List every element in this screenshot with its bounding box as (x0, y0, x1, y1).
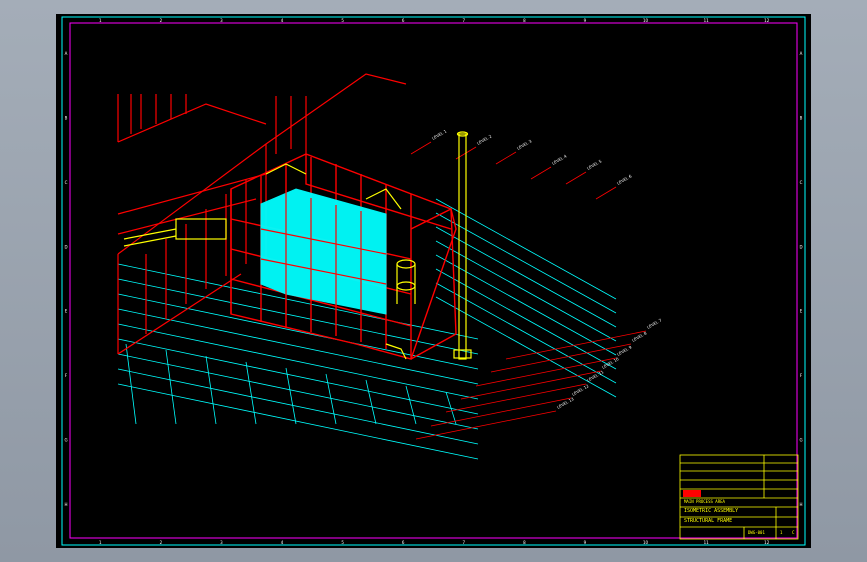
grid-line (125, 343, 137, 425)
zone-number-top: 9 (584, 18, 587, 23)
grid-line (117, 323, 479, 400)
title-project: MAIN PROCESS AREA (684, 499, 725, 504)
zone-number-bottom: 1 (99, 540, 102, 545)
level-label: LEVEL 1 (431, 128, 448, 141)
level-label: LEVEL 5 (586, 158, 603, 171)
zone-number-top: 10 (643, 18, 649, 23)
grid-line (245, 361, 257, 425)
zone-letter-right: G (799, 437, 802, 442)
zone-letter-right: E (800, 309, 803, 314)
grid-line (405, 385, 417, 425)
zone-number-bottom: 4 (281, 540, 284, 545)
zone-letter-left: H (64, 502, 67, 507)
exhaust-stack (453, 131, 472, 360)
zone-number-bottom: 3 (220, 540, 223, 545)
zone-number-top: 3 (220, 18, 223, 23)
grid-line (117, 368, 479, 445)
drawing-number: DWG-001 (748, 530, 765, 535)
zone-letter-right: D (799, 244, 802, 249)
zone-letter-left: C (65, 180, 68, 185)
leader-line (530, 166, 552, 180)
zone-number-bottom: 7 (463, 540, 466, 545)
zone-number-top: 5 (341, 18, 344, 23)
zone-number-top: 12 (764, 18, 770, 23)
zone-number-top: 6 (402, 18, 405, 23)
company-logo (683, 490, 701, 497)
zone-letter-right: A (800, 51, 803, 56)
title-line-1: ISOMETRIC ASSEMBLY (684, 508, 739, 514)
sheet-border (61, 16, 806, 546)
zone-letter-left: D (64, 244, 67, 249)
level-label: LEVEL 4 (551, 153, 568, 166)
level-label: LEVEL 11 (586, 369, 605, 383)
level-label: LEVEL 13 (556, 396, 575, 410)
drawing-sheet[interactable]: 1 1 2 2 3 3 4 4 5 5 6 6 7 7 8 8 9 9 10 10 11 11 12 12 A A B B C C D D E E… (56, 14, 811, 548)
zone-number-top: 4 (281, 18, 284, 23)
zone-letter-left: B (65, 116, 68, 121)
equipment-vessel (260, 188, 387, 315)
revision: C (792, 530, 795, 535)
level-label: LEVEL 6 (616, 173, 633, 186)
sheet-number: 1 (780, 530, 783, 535)
zone-number-bottom: 5 (341, 540, 344, 545)
cad-drawing: 112233445566778899101011111212A AB BC CD DE E… (61, 16, 806, 546)
leader-line (595, 186, 617, 200)
zone-number-bottom: 12 (764, 540, 770, 545)
grid-line (285, 367, 297, 425)
grid-line (435, 254, 617, 356)
zone-number-top: 2 (160, 18, 163, 23)
zone-letter-left: E (65, 309, 68, 314)
zone-number-bottom: 8 (523, 540, 526, 545)
zone-ticks: 112233445566778899101011111212A AB BC CD DE E… (64, 18, 802, 545)
level-label: LEVEL 10 (601, 356, 620, 370)
zone-letter-right: H (799, 502, 802, 507)
zone-letter-left: G (64, 437, 67, 442)
leader-line (495, 151, 517, 165)
leader-line (565, 171, 587, 185)
zone-number-bottom: 11 (704, 540, 710, 545)
grid-line (117, 338, 479, 415)
grid-line (117, 293, 479, 370)
zone-letter-left: A (65, 51, 68, 56)
zone-letter-right: F (800, 373, 803, 378)
zone-letter-left: F (65, 373, 68, 378)
zone-letter-right: B (800, 116, 803, 121)
title-line-2: STRUCTURAL FRAME (684, 518, 733, 524)
zone-number-top: 11 (704, 18, 710, 23)
level-label: LEVEL 7 (646, 317, 663, 330)
zone-number-bottom: 2 (160, 540, 163, 545)
level-label: LEVEL 2 (476, 133, 493, 146)
sheet-inner-frame (69, 22, 798, 539)
grid-line (435, 240, 617, 342)
zone-number-top: 7 (463, 18, 466, 23)
zone-number-top: 8 (523, 18, 526, 23)
zone-number-bottom: 10 (643, 540, 649, 545)
grid-line (365, 379, 377, 425)
level-label: LEVEL 3 (516, 138, 533, 151)
grid-line (205, 355, 217, 425)
zone-number-top: 1 (99, 18, 102, 23)
leader-line (410, 141, 432, 155)
zone-letter-right: C (800, 180, 803, 185)
grid-line (165, 349, 177, 425)
zone-number-bottom: 6 (402, 540, 405, 545)
cad-viewport[interactable]: 1 1 2 2 3 3 4 4 5 5 6 6 7 7 8 8 9 9 10 10 11 11 12 12 A A B B C C D D E E… (0, 0, 867, 562)
zone-number-bottom: 9 (584, 540, 587, 545)
